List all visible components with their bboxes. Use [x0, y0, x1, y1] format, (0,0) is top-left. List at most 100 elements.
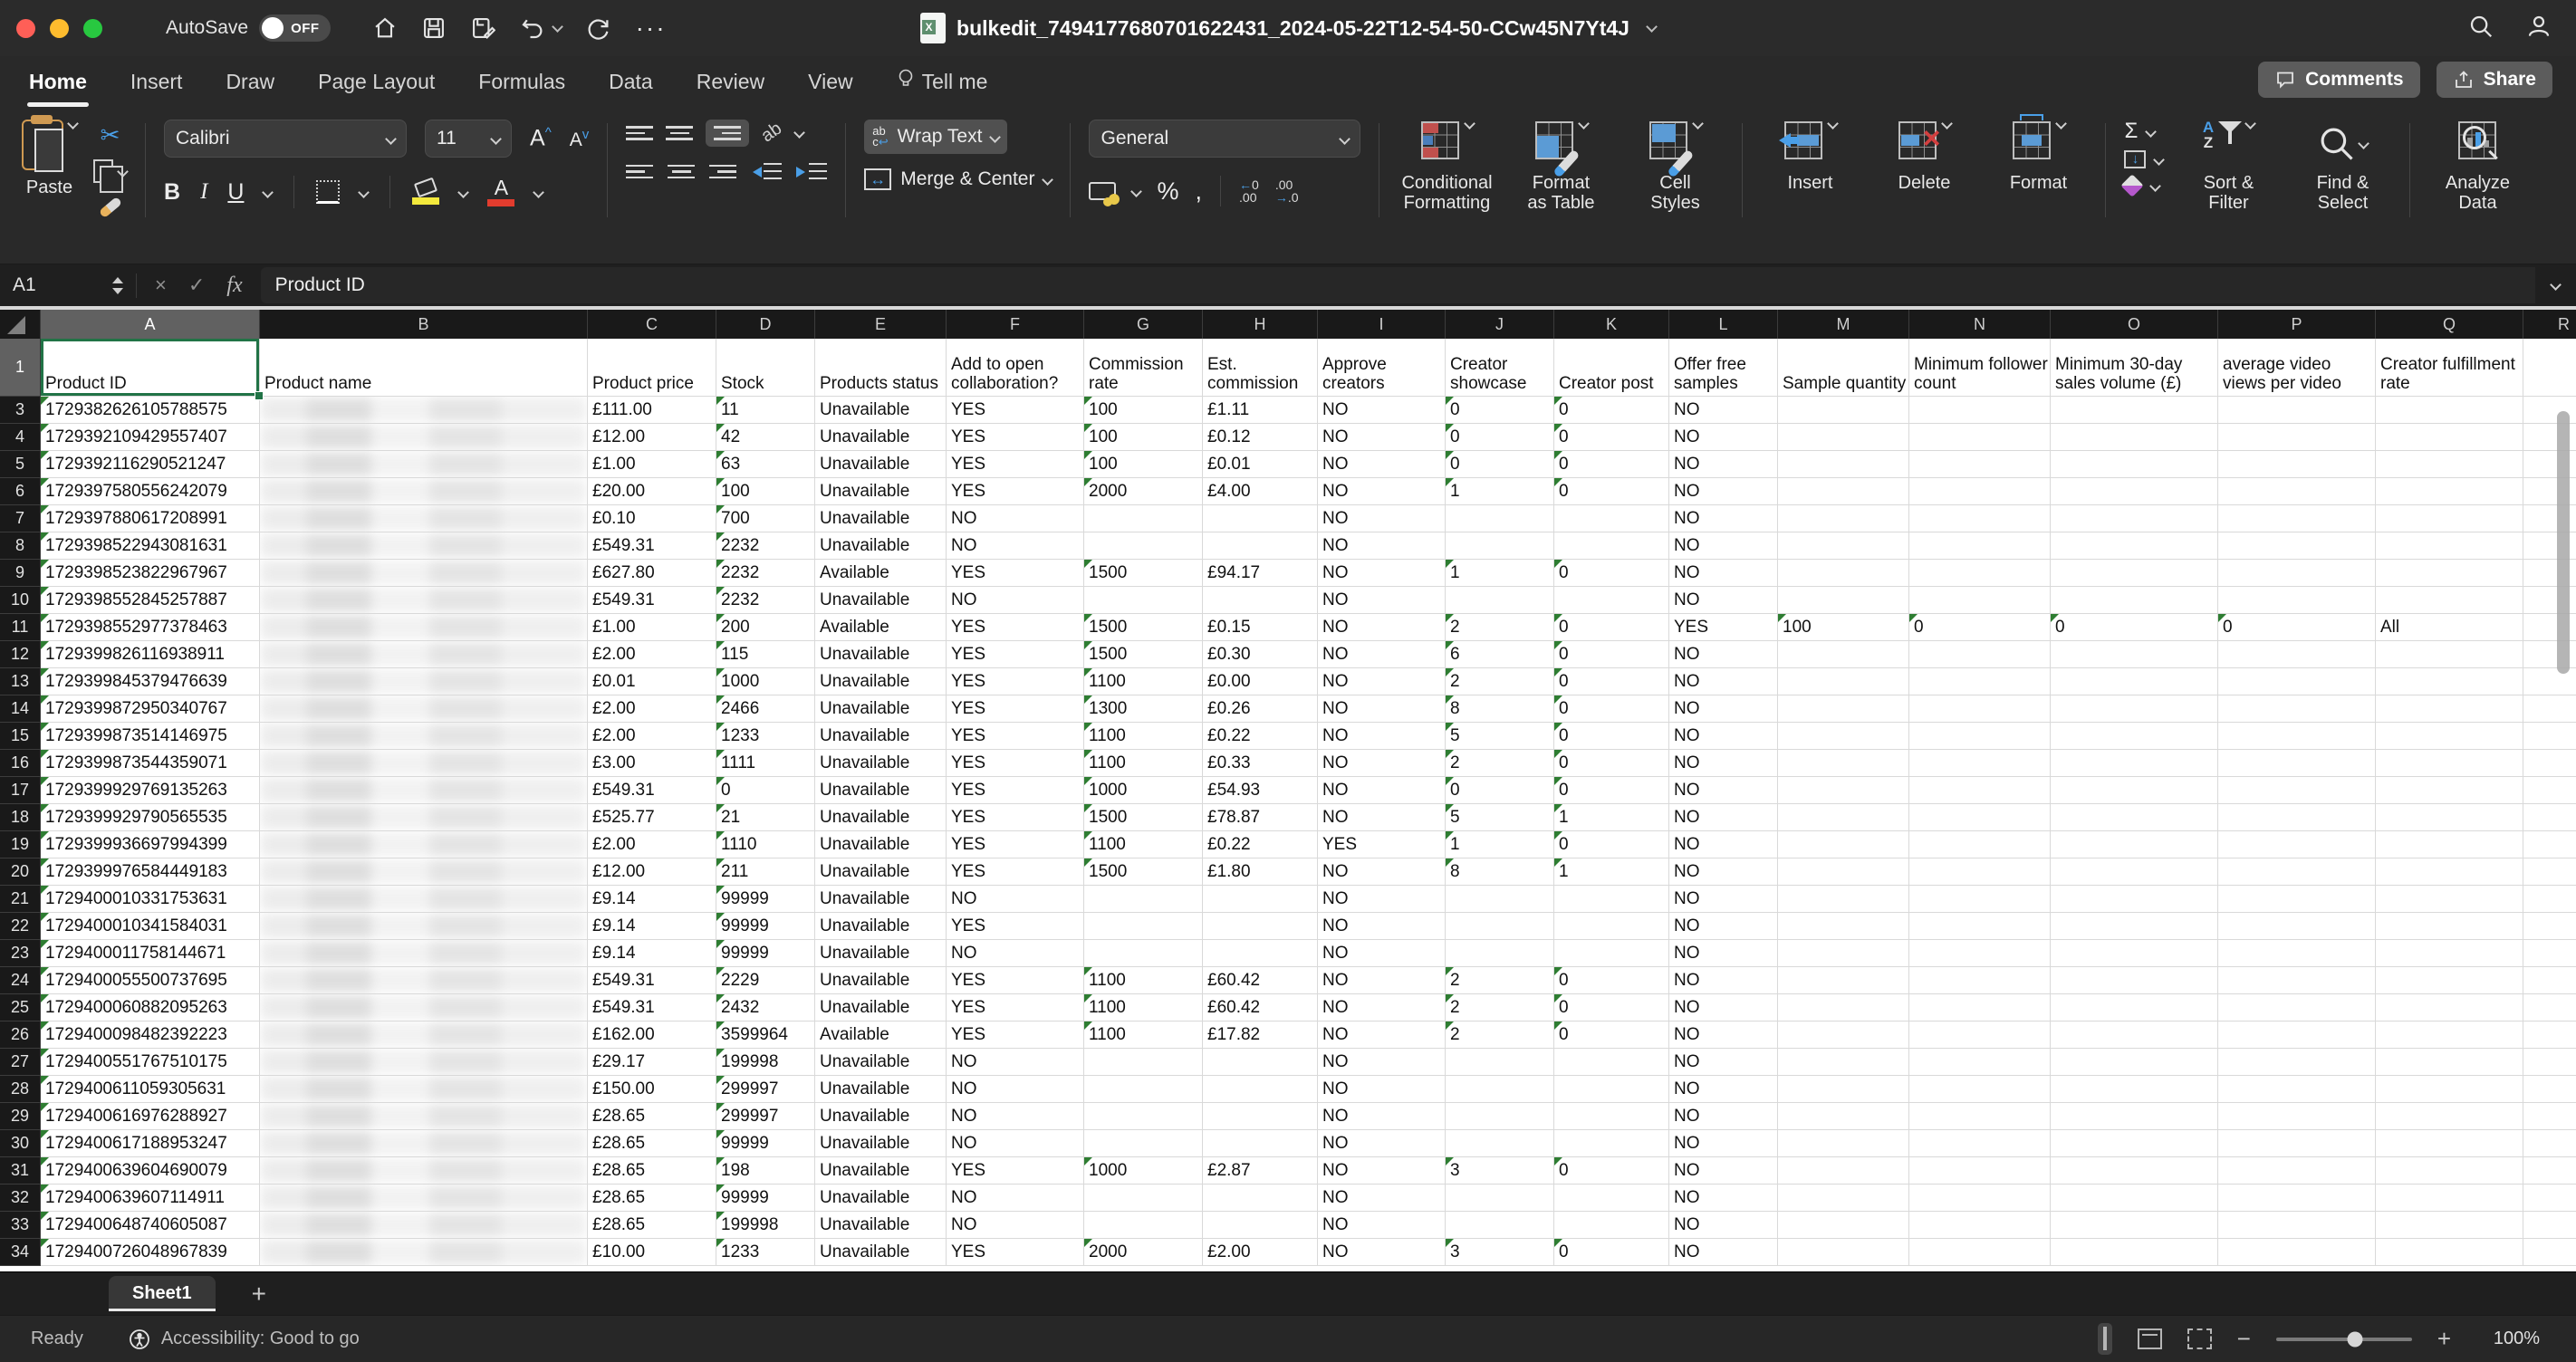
cell-G21[interactable] — [1084, 886, 1203, 913]
cell-Q16[interactable] — [2376, 750, 2523, 777]
ribbon-tab-tell-me[interactable]: Tell me — [895, 63, 990, 100]
cell-N11[interactable]: 0 — [1909, 614, 2051, 641]
cell-E16[interactable]: Unavailable — [815, 750, 947, 777]
cell-L18[interactable]: NO — [1669, 804, 1778, 831]
cell-H19[interactable]: £0.22 — [1203, 831, 1318, 858]
cell-D19[interactable]: 1110 — [716, 831, 815, 858]
cell-B10[interactable] — [260, 587, 588, 614]
cell-L16[interactable]: NO — [1669, 750, 1778, 777]
cell-A29[interactable]: 1729400616976288927 — [41, 1103, 260, 1130]
cell-C30[interactable]: £28.65 — [588, 1130, 716, 1157]
cell-G13[interactable]: 1100 — [1084, 668, 1203, 695]
cell-R17[interactable] — [2523, 777, 2576, 804]
row-header-1[interactable]: 1 — [0, 339, 41, 397]
cell-M22[interactable] — [1778, 913, 1909, 940]
cell-O12[interactable] — [2051, 641, 2218, 668]
cell-H33[interactable] — [1203, 1212, 1318, 1239]
cell-B6[interactable] — [260, 478, 588, 505]
cell-D31[interactable]: 198 — [716, 1157, 815, 1185]
cell-O4[interactable] — [2051, 424, 2218, 451]
cell-N29[interactable] — [1909, 1103, 2051, 1130]
row-header-13[interactable]: 13 — [0, 668, 41, 695]
cell-H11[interactable]: £0.15 — [1203, 614, 1318, 641]
cell-J13[interactable]: 2 — [1446, 668, 1554, 695]
cell-I3[interactable]: NO — [1318, 397, 1446, 424]
cell-K27[interactable] — [1554, 1049, 1669, 1076]
cell-C20[interactable]: £12.00 — [588, 858, 716, 886]
cell-H24[interactable]: £60.42 — [1203, 967, 1318, 994]
cell-I28[interactable]: NO — [1318, 1076, 1446, 1103]
bold-icon[interactable]: B — [164, 179, 180, 206]
cell-G3[interactable]: 100 — [1084, 397, 1203, 424]
cell-B14[interactable] — [260, 695, 588, 723]
cell-L1[interactable]: Offer free samples — [1669, 339, 1778, 397]
cell-E8[interactable]: Unavailable — [815, 532, 947, 560]
cell-G4[interactable]: 100 — [1084, 424, 1203, 451]
cell-B13[interactable] — [260, 668, 588, 695]
cell-D23[interactable]: 99999 — [716, 940, 815, 967]
cell-D8[interactable]: 2232 — [716, 532, 815, 560]
cell-K28[interactable] — [1554, 1076, 1669, 1103]
cell-N25[interactable] — [1909, 994, 2051, 1022]
cell-F15[interactable]: YES — [947, 723, 1084, 750]
autosum-icon[interactable]: Σ — [2124, 120, 2138, 142]
increase-indent-icon[interactable] — [796, 161, 828, 183]
cell-L13[interactable]: NO — [1669, 668, 1778, 695]
cell-D3[interactable]: 11 — [716, 397, 815, 424]
cell-J22[interactable] — [1446, 913, 1554, 940]
delete-cells-button[interactable]: × Delete — [1875, 118, 1973, 193]
cell-C18[interactable]: £525.77 — [588, 804, 716, 831]
cell-K31[interactable]: 0 — [1554, 1157, 1669, 1185]
cell-I22[interactable]: NO — [1318, 913, 1446, 940]
cell-H29[interactable] — [1203, 1103, 1318, 1130]
orientation-icon[interactable]: ab — [758, 119, 786, 148]
cell-I17[interactable]: NO — [1318, 777, 1446, 804]
cell-H6[interactable]: £4.00 — [1203, 478, 1318, 505]
font-color-icon[interactable]: A — [487, 177, 515, 206]
cell-N17[interactable] — [1909, 777, 2051, 804]
cell-J17[interactable]: 0 — [1446, 777, 1554, 804]
cell-H32[interactable] — [1203, 1185, 1318, 1212]
cell-K3[interactable]: 0 — [1554, 397, 1669, 424]
row-header-11[interactable]: 11 — [0, 614, 41, 641]
cell-O16[interactable] — [2051, 750, 2218, 777]
cell-E34[interactable]: Unavailable — [815, 1239, 947, 1266]
cell-P25[interactable] — [2218, 994, 2376, 1022]
name-box-spinner[interactable] — [112, 276, 123, 294]
row-header-33[interactable]: 33 — [0, 1212, 41, 1239]
underline-icon[interactable]: U — [227, 179, 244, 206]
comma-style-icon[interactable]: , — [1196, 177, 1203, 206]
cell-G32[interactable] — [1084, 1185, 1203, 1212]
cell-I7[interactable]: NO — [1318, 505, 1446, 532]
cell-P21[interactable] — [2218, 886, 2376, 913]
cell-Q30[interactable] — [2376, 1130, 2523, 1157]
cell-L27[interactable]: NO — [1669, 1049, 1778, 1076]
cell-D34[interactable]: 1233 — [716, 1239, 815, 1266]
paste-dropdown-icon[interactable] — [67, 118, 79, 129]
cell-G12[interactable]: 1500 — [1084, 641, 1203, 668]
cell-H23[interactable] — [1203, 940, 1318, 967]
cell-Q5[interactable] — [2376, 451, 2523, 478]
cell-C23[interactable]: £9.14 — [588, 940, 716, 967]
italic-icon[interactable]: I — [200, 179, 207, 205]
cell-Q12[interactable] — [2376, 641, 2523, 668]
row-header-19[interactable]: 19 — [0, 831, 41, 858]
cell-M14[interactable] — [1778, 695, 1909, 723]
cell-F11[interactable]: YES — [947, 614, 1084, 641]
cell-K7[interactable] — [1554, 505, 1669, 532]
cell-J29[interactable] — [1446, 1103, 1554, 1130]
cell-I23[interactable]: NO — [1318, 940, 1446, 967]
cell-K1[interactable]: Creator post — [1554, 339, 1669, 397]
cell-M31[interactable] — [1778, 1157, 1909, 1185]
cell-F13[interactable]: YES — [947, 668, 1084, 695]
cell-L28[interactable]: NO — [1669, 1076, 1778, 1103]
cell-R18[interactable] — [2523, 804, 2576, 831]
cell-K21[interactable] — [1554, 886, 1669, 913]
cell-N8[interactable] — [1909, 532, 2051, 560]
cell-G18[interactable]: 1500 — [1084, 804, 1203, 831]
cell-G5[interactable]: 100 — [1084, 451, 1203, 478]
document-title[interactable]: bulkedit_7494177680701622431_2024-05-22T… — [956, 16, 1629, 41]
cell-Q13[interactable] — [2376, 668, 2523, 695]
cell-Q19[interactable] — [2376, 831, 2523, 858]
cell-M20[interactable] — [1778, 858, 1909, 886]
